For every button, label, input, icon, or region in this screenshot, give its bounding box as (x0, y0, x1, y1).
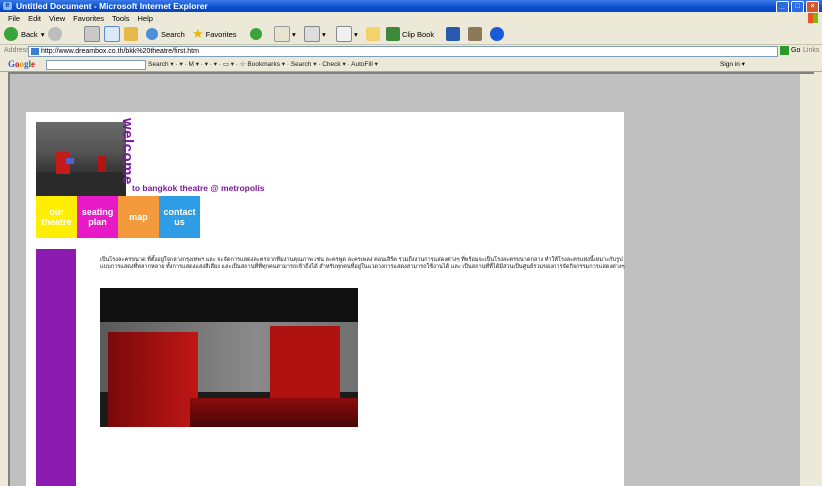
star-icon: ★ (192, 26, 204, 41)
dropdown-icon: ▾ (354, 29, 358, 39)
menu-view[interactable]: View (49, 14, 65, 23)
stop-icon (84, 26, 100, 42)
purple-sidebar (36, 249, 76, 486)
history-button[interactable] (250, 26, 262, 42)
google-toolbar-items[interactable]: Search ▾ · ▾ · M ▾ · ▾ · ▾ · ▭ ▾ · ☆ Boo… (148, 60, 378, 68)
print-icon (304, 26, 320, 42)
back-arrow-icon (4, 27, 18, 41)
edit-icon (336, 26, 352, 42)
folder-button[interactable] (366, 26, 380, 42)
address-url: http://www.dreambox.co.th/bkk%20theatre/… (41, 48, 199, 55)
home-icon (124, 27, 138, 41)
menu-tools[interactable]: Tools (112, 14, 130, 23)
go-arrow-icon (780, 46, 789, 55)
web-page: welcome to bangkok theatre @ metropolis … (26, 112, 625, 486)
nav-contact-us[interactable]: contact us (159, 196, 200, 238)
theatre-interior-photo (100, 288, 358, 427)
search-button[interactable]: Search (146, 26, 185, 42)
go-button[interactable]: Go (780, 46, 800, 55)
clip-book-button[interactable]: Clip Book (386, 26, 434, 42)
refresh-button[interactable] (104, 26, 120, 42)
address-bar: Address http://www.dreambox.co.th/bkk%20… (0, 45, 822, 57)
favorites-button[interactable]: ★ Favorites (192, 26, 237, 42)
menu-bar: File Edit View Favorites Tools Help (0, 12, 822, 24)
clip-book-label: Clip Book (402, 29, 435, 39)
research-button[interactable] (446, 26, 460, 42)
google-toolbar: Google Search ▾ · ▾ · M ▾ · ▾ · ▾ · ▭ ▾ … (0, 58, 822, 72)
title-bar: e Untitled Document - Microsoft Internet… (0, 0, 822, 13)
toolbar: Back ▾ Search ★ Favorites ▾ ▾ ▾ Clip Boo… (0, 24, 822, 45)
windows-logo-icon (808, 13, 818, 23)
vertical-scrollbar[interactable] (800, 74, 814, 486)
search-icon (146, 28, 158, 40)
menu-file[interactable]: File (8, 14, 20, 23)
intro-paragraph: เป็นโรงละครขนาด ที่ตั้งอยู่ใจกลางกรุงเทพ… (100, 257, 625, 270)
bluetooth-button[interactable] (490, 26, 504, 42)
nav-our-theatre[interactable]: our theatre (36, 196, 77, 238)
page-viewport: welcome to bangkok theatre @ metropolis … (8, 72, 814, 486)
edit-button[interactable]: ▾ (336, 26, 358, 42)
stop-button[interactable] (84, 26, 100, 42)
messenger-icon (468, 27, 482, 41)
page-icon (31, 48, 39, 55)
favorites-label: Favorites (205, 29, 237, 39)
site-nav: our theatre seating plan map contact us (36, 196, 200, 238)
ie-logo-icon: e (3, 2, 12, 10)
history-icon (250, 28, 262, 40)
go-label: Go (791, 47, 801, 54)
dropdown-icon: ▾ (292, 29, 296, 39)
home-button[interactable] (124, 26, 138, 42)
address-label: Address (4, 47, 30, 54)
google-signin[interactable]: Sign in ▾ (720, 60, 745, 68)
folder-icon (366, 27, 380, 41)
nav-seating-plan[interactable]: seating plan (77, 196, 118, 238)
forward-button[interactable] (48, 26, 62, 42)
site-subtitle: to bangkok theatre @ metropolis (132, 183, 265, 193)
window-title: Untitled Document - Microsoft Internet E… (16, 1, 208, 11)
refresh-icon (104, 26, 120, 42)
mail-icon (274, 26, 290, 42)
address-input[interactable]: http://www.dreambox.co.th/bkk%20theatre/… (28, 46, 778, 57)
menu-favorites[interactable]: Favorites (73, 14, 104, 23)
google-search-input[interactable] (46, 60, 146, 70)
dropdown-icon: ▾ (322, 29, 326, 39)
google-logo: Google (8, 59, 36, 69)
theatre-lobby-photo (36, 122, 126, 196)
nav-map[interactable]: map (118, 196, 159, 238)
search-label: Search (161, 29, 185, 39)
browser-window: e Untitled Document - Microsoft Internet… (0, 0, 822, 486)
forward-arrow-icon (48, 27, 62, 41)
mail-button[interactable]: ▾ (274, 26, 296, 42)
print-button[interactable]: ▾ (304, 26, 326, 42)
bluetooth-icon (490, 27, 504, 41)
clip-book-icon (386, 27, 400, 41)
research-icon (446, 27, 460, 41)
back-button[interactable]: Back ▾ (4, 26, 44, 42)
welcome-heading: welcome (119, 118, 136, 185)
back-label: Back (21, 29, 38, 39)
links-label[interactable]: Links (803, 47, 819, 54)
dropdown-icon: ▾ (40, 29, 45, 39)
menu-edit[interactable]: Edit (28, 14, 41, 23)
messenger-button[interactable] (468, 26, 482, 42)
menu-help[interactable]: Help (138, 14, 153, 23)
